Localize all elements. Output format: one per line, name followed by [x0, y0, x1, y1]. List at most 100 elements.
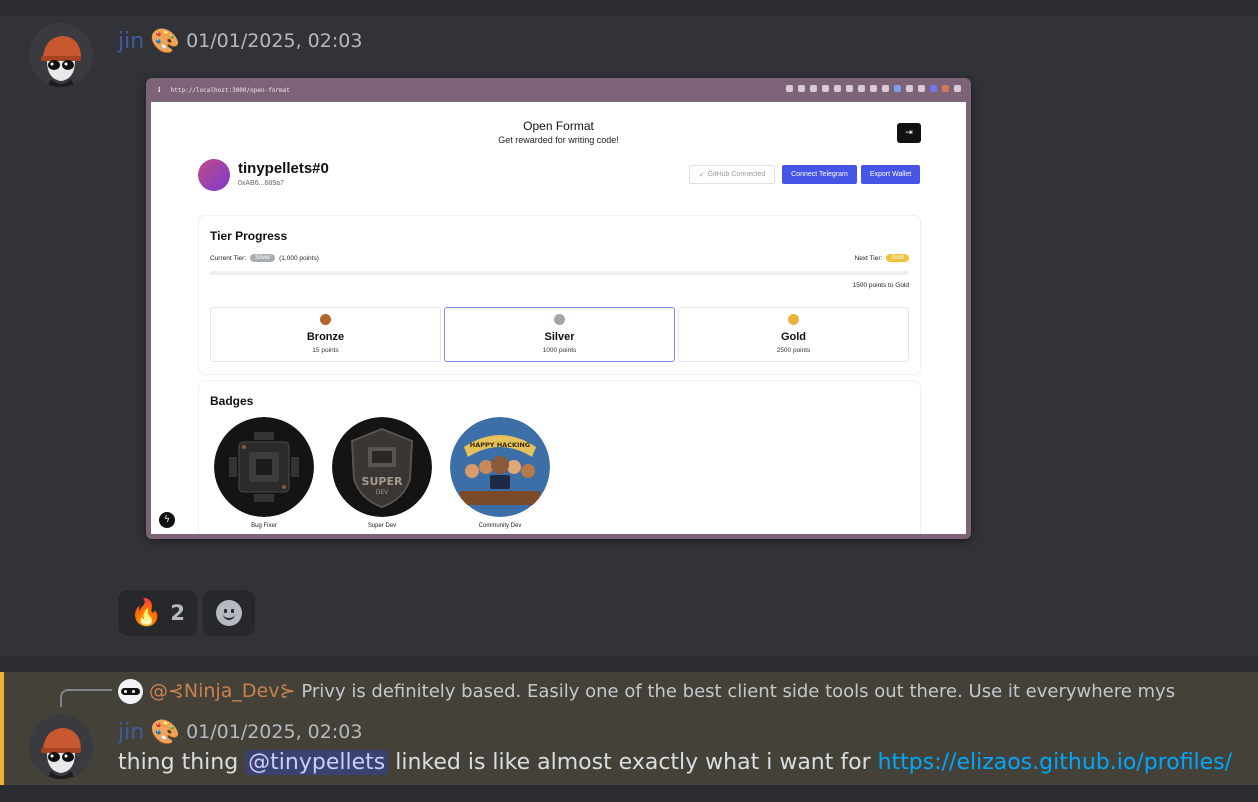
author-name[interactable]: jin [118, 29, 144, 54]
crosshair-icon [846, 85, 853, 92]
tier-name: Gold [780, 331, 807, 343]
bolt-icon: ϟ [159, 512, 175, 528]
gear-icon [918, 85, 925, 92]
crowd-art: HAPPY HACKING [450, 417, 550, 517]
dev-art-text: DEV [376, 489, 389, 496]
author-name[interactable]: jin [118, 720, 144, 745]
tier-points: 1000 points [542, 347, 577, 354]
github-connected-label: GitHub Connected [707, 171, 766, 178]
tier-progress-bar [210, 271, 909, 275]
reply-connector [60, 689, 112, 707]
sidebar-icon [954, 85, 961, 92]
palette-emoji: 🎨 [150, 718, 181, 746]
happy-hacking-text: HAPPY HACKING [470, 441, 530, 449]
badge-community-dev: HAPPY HACKING Community Dev [449, 417, 551, 529]
browser-toolbar-icons [786, 85, 961, 92]
profile-avatar [198, 159, 230, 191]
add-reaction-icon [216, 600, 242, 626]
current-tier-points: (1,000 points) [279, 254, 319, 262]
app-page: Open Format Get rewarded for writing cod… [151, 102, 966, 534]
tier-points: 15 points [312, 347, 339, 354]
tier-box-silver: Silver 1000 points [444, 307, 675, 362]
message-header: jin 🎨 01/01/2025, 02:03 [118, 718, 362, 746]
reply-author[interactable]: @⊰Ninja_Dev⊱ [149, 680, 295, 702]
super-dev-badge-image: SUPER DEV [332, 417, 432, 517]
refresh-icon [894, 85, 901, 92]
user-avatar[interactable] [29, 715, 93, 779]
target-icon [834, 85, 841, 92]
connect-telegram-button: Connect Telegram [782, 165, 857, 184]
code-icon [858, 85, 865, 92]
reaction-fire[interactable]: 🔥 2 [118, 590, 197, 636]
circuit-board-art [214, 417, 314, 517]
top-strip [0, 0, 1258, 16]
bug-fixer-badge-image [214, 417, 314, 517]
message-timestamp[interactable]: 01/01/2025, 02:03 [186, 30, 362, 52]
add-reaction-button[interactable] [203, 590, 255, 636]
check-icon: ✓ [698, 171, 705, 179]
message-link[interactable]: https://elizaos.github.io/profiles/ [878, 750, 1232, 775]
message-timestamp[interactable]: 01/01/2025, 02:03 [186, 721, 362, 743]
wallet-address: 0xAB6...689a7 [238, 180, 284, 187]
message-body: thing thing @tinypellets linked is like … [118, 750, 1232, 775]
points-to-next-tier: 1500 points to Gold [852, 282, 909, 289]
image-attachment[interactable]: ℹ http://localhost:3000/open-format Open… [146, 78, 971, 539]
window-icon [822, 85, 829, 92]
ninja-avatar-icon [118, 678, 143, 704]
silver-dot-icon [554, 314, 565, 325]
next-tier-row: Next Tier: Gold [854, 254, 909, 262]
badge-label: Bug Fixer [251, 523, 277, 529]
camera-icon [810, 85, 817, 92]
bottom-strip [0, 785, 1258, 802]
browser-url: http://localhost:3000/open-format [170, 86, 290, 94]
tier-progress-card: Tier Progress Current Tier: Silver (1,00… [199, 216, 920, 374]
bronze-dot-icon [320, 314, 331, 325]
tier-name: Silver [544, 331, 575, 343]
color-icon [942, 85, 949, 92]
badge-bug-fixer: Bug Fixer [213, 417, 315, 529]
badge-label: Community Dev [478, 523, 522, 529]
tier-progress-title: Tier Progress [210, 229, 288, 243]
logout-icon: ⇥ [897, 123, 921, 143]
github-connected-button: ✓ GitHub Connected [689, 165, 775, 184]
user-mention[interactable]: @tinypellets [245, 750, 389, 775]
fire-emoji: 🔥 [130, 598, 163, 628]
avatar-illustration [29, 23, 93, 87]
app-subtitle: Get rewarded for writing code! [498, 135, 619, 145]
reply-text[interactable]: Privy is definitely based. Easily one of… [301, 681, 1175, 702]
info-icon: ℹ [158, 86, 161, 94]
panel-icon [870, 85, 877, 92]
reply-preview[interactable]: @⊰Ninja_Dev⊱ Privy is definitely based. … [118, 678, 1175, 704]
message-header: jin 🎨 01/01/2025, 02:03 [118, 26, 362, 56]
profile-name: tinypellets#0 [238, 160, 329, 177]
current-tier-row: Current Tier: Silver (1,000 points) [210, 254, 319, 262]
community-dev-badge-image: HAPPY HACKING [450, 417, 550, 517]
tier-points: 2500 points [776, 347, 811, 354]
export-wallet-button: Export Wallet [861, 165, 920, 184]
badges-card: Badges Bug Fixer SUPER DEV Super Dev HAP… [199, 381, 920, 534]
cookie-icon [906, 85, 913, 92]
current-tier-label: Current Tier: [210, 254, 247, 262]
gold-dot-icon [788, 314, 799, 325]
badge-super-dev: SUPER DEV Super Dev [331, 417, 433, 529]
avatar-illustration [29, 715, 93, 779]
shield-art: SUPER DEV [332, 417, 432, 517]
next-tier-label: Next Tier: [854, 254, 883, 262]
app-title: Open Format [523, 119, 594, 133]
current-tier-chip: Silver [250, 254, 276, 262]
tier-box-bronze: Bronze 15 points [210, 307, 441, 362]
tier-box-gold: Gold 2500 points [678, 307, 909, 362]
badge-label: Super Dev [367, 523, 397, 529]
screenshot-icon [798, 85, 805, 92]
next-tier-chip: Gold [886, 254, 909, 262]
palette-emoji: 🎨 [150, 27, 181, 55]
diamond-icon [930, 85, 937, 92]
extension-icon [882, 85, 889, 92]
user-avatar[interactable] [29, 23, 93, 87]
reaction-count: 2 [170, 601, 185, 625]
badges-title: Badges [210, 394, 254, 408]
tier-name: Bronze [306, 331, 345, 343]
message-text: linked is like almost exactly what i wan… [388, 750, 878, 775]
message-text: thing thing [118, 750, 246, 775]
super-art-text: SUPER [362, 475, 403, 488]
